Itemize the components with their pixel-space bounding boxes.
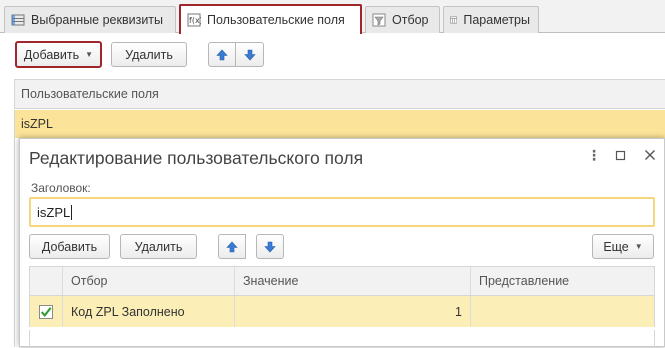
presentation-cell[interactable]: [471, 296, 654, 327]
delete-button-label: Удалить: [125, 47, 173, 62]
tab-label: Пользовательские поля: [207, 13, 345, 27]
checkmark-icon: [40, 306, 52, 317]
delete-button[interactable]: Удалить: [111, 42, 187, 67]
formula-icon: f(x): [187, 13, 201, 27]
arrow-down-icon: [264, 241, 276, 252]
checkbox-column-header: [30, 267, 63, 295]
list-item-label: isZPL: [21, 117, 53, 131]
row-checkbox-cell: [30, 296, 63, 327]
tab-label: Выбранные реквизиты: [31, 13, 164, 27]
tab-filter[interactable]: Отбор: [365, 6, 440, 33]
list-item[interactable]: isZPL: [14, 110, 665, 138]
list-icon: [11, 14, 25, 26]
move-up-button[interactable]: [208, 42, 236, 67]
tab-selected-fields[interactable]: Выбранные реквизиты: [4, 6, 176, 33]
arrow-down-icon: [243, 49, 256, 60]
tab-custom-fields[interactable]: f(x) Пользовательские поля: [179, 4, 362, 34]
dialog-move-down-button[interactable]: [256, 234, 284, 259]
more-options-icon[interactable]: ⋮: [587, 147, 601, 164]
dropdown-caret-icon: ▼: [634, 242, 643, 251]
move-down-button[interactable]: [236, 42, 264, 67]
dialog-add-button[interactable]: Добавить: [29, 234, 110, 259]
dialog-move-up-button[interactable]: [218, 234, 246, 259]
custom-fields-header: Пользовательские поля: [14, 79, 665, 109]
caption-input-value: isZPL: [37, 204, 71, 220]
column-header-presentation: Представление: [479, 274, 570, 288]
maximize-icon[interactable]: [615, 148, 626, 164]
table-border-left: [29, 330, 30, 348]
filter-cell[interactable]: Код ZPL Заполнено: [63, 296, 235, 327]
tab-label: Параметры: [463, 13, 530, 27]
tab-bar: Выбранные реквизиты f(x) Пользовательски…: [0, 0, 665, 34]
dialog-title: Редактирование пользовательского поля: [29, 148, 364, 168]
table-icon: [450, 16, 458, 24]
edit-custom-field-dialog: Редактирование пользовательского поля ⋮ …: [19, 138, 665, 348]
more-button-label: Еще: [603, 239, 629, 254]
column-header-filter: Отбор: [63, 267, 235, 295]
table-header: Отбор Значение Представление: [29, 266, 655, 296]
add-button[interactable]: Добавить ▼: [15, 41, 102, 68]
close-icon[interactable]: [644, 148, 656, 164]
text-cursor: [71, 204, 73, 220]
caption-label: Заголовок:: [31, 181, 91, 195]
column-header: Пользовательские поля: [21, 87, 159, 101]
tab-label: Отбор: [392, 13, 429, 27]
svg-text:f(x): f(x): [189, 16, 201, 25]
dropdown-caret-icon: ▼: [85, 50, 94, 59]
arrow-up-icon: [226, 241, 238, 252]
table-row[interactable]: Код ZPL Заполнено 1: [29, 296, 655, 327]
tab-parameters[interactable]: Параметры: [443, 6, 539, 33]
dialog-add-button-label: Добавить: [41, 239, 98, 254]
dialog-delete-button-label: Удалить: [134, 239, 183, 254]
dialog-delete-button[interactable]: Удалить: [120, 234, 197, 259]
add-button-label: Добавить: [23, 47, 80, 62]
arrow-up-icon: [216, 49, 228, 60]
filter-icon: [372, 13, 386, 27]
value-cell[interactable]: 1: [235, 296, 471, 327]
filter-table: Отбор Значение Представление Код ZPL Зап…: [29, 266, 655, 327]
list-border: [14, 138, 15, 347]
caption-input[interactable]: isZPL: [29, 197, 655, 227]
column-header-value: Значение: [235, 267, 471, 295]
table-border-right: [654, 330, 655, 348]
row-checkbox[interactable]: [39, 304, 53, 319]
more-button[interactable]: Еще ▼: [592, 234, 654, 259]
